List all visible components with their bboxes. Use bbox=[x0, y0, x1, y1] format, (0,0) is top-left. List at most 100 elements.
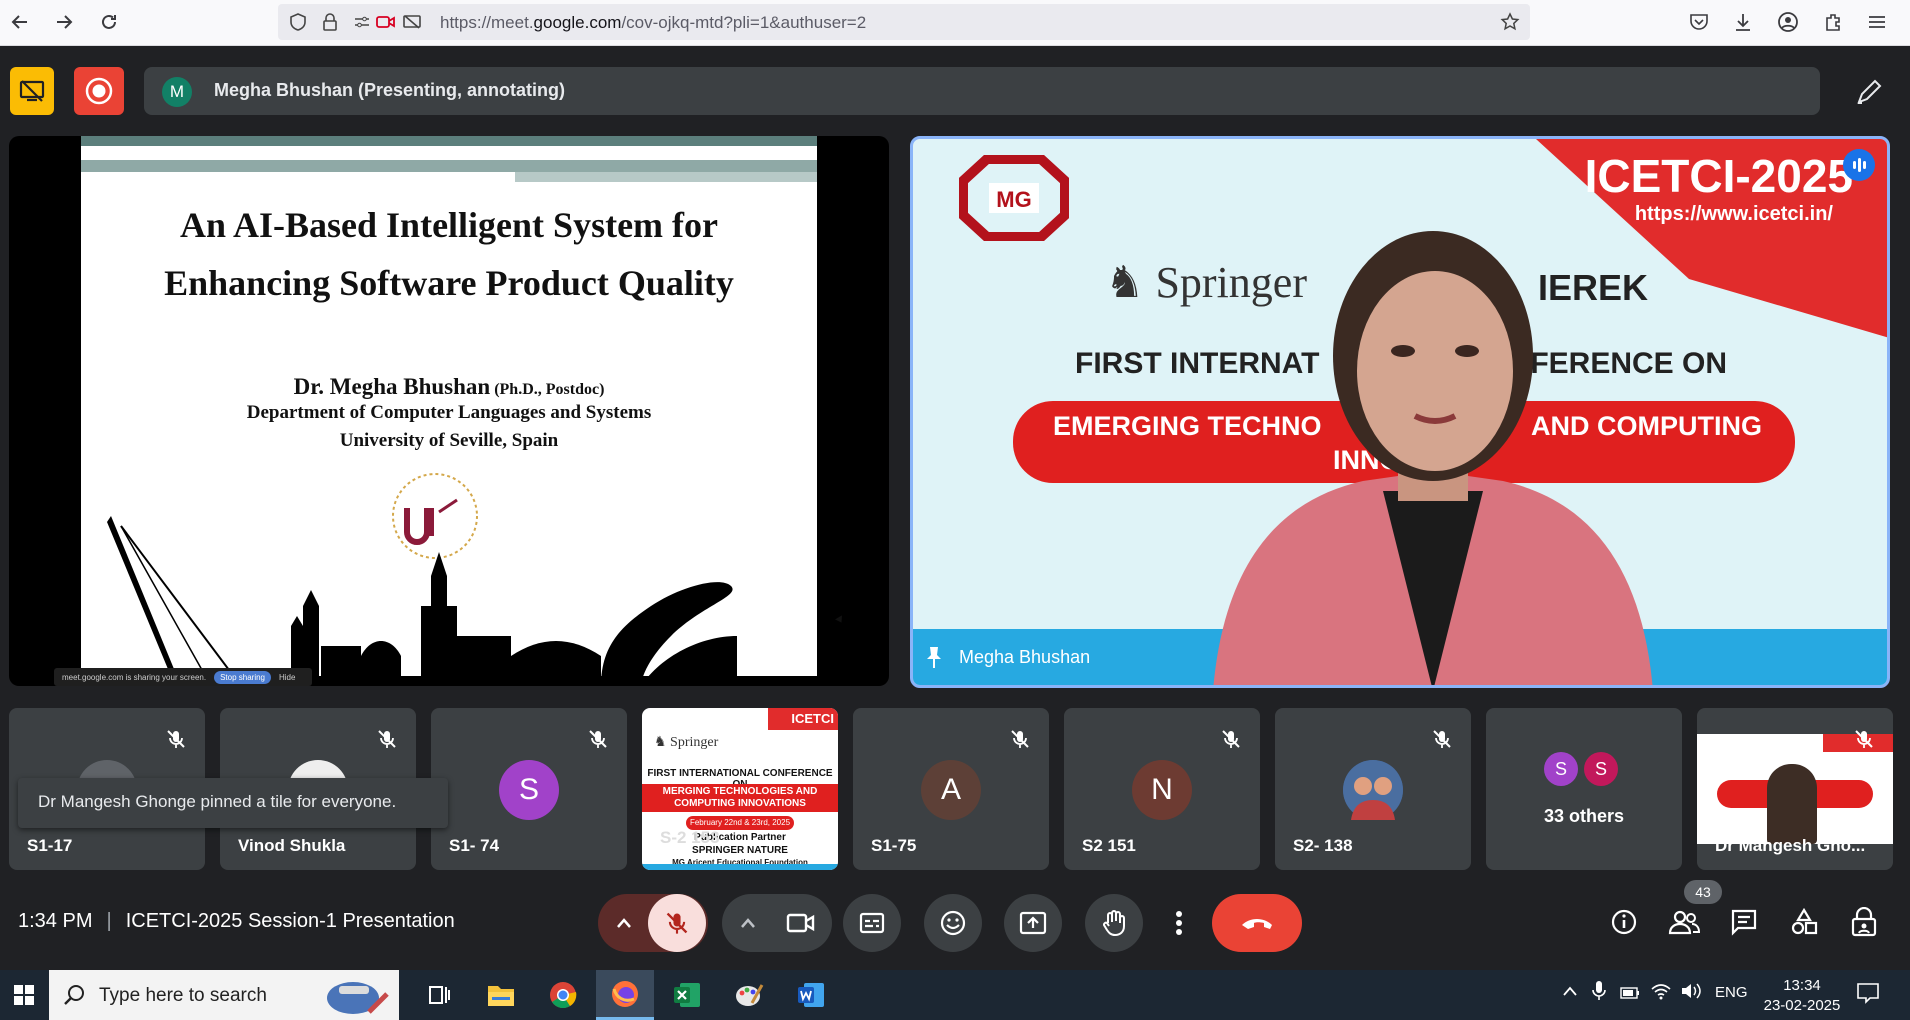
screen-share-notice: meet.google.com is sharing your screen. … bbox=[54, 668, 312, 686]
task-view-button[interactable] bbox=[410, 970, 468, 1020]
thumb-cyan-strip bbox=[642, 864, 838, 870]
leave-call-button[interactable] bbox=[1212, 894, 1302, 952]
participant-tile[interactable]: A S1-75 bbox=[853, 708, 1049, 870]
chrome-app[interactable] bbox=[534, 970, 592, 1020]
firefox-app[interactable] bbox=[596, 970, 654, 1020]
raise-hand-button[interactable] bbox=[1085, 894, 1143, 952]
others-count-label: 33 others bbox=[1543, 806, 1625, 826]
speaker-video-tile[interactable]: MG ♞ Springer IEREK ICETCI-2025 https://… bbox=[910, 136, 1890, 688]
participant-tile[interactable]: S2- 138 bbox=[1275, 708, 1471, 870]
url-text[interactable]: https://meet.google.com/cov-ojkq-mtd?pli… bbox=[440, 13, 866, 33]
more-options-button[interactable] bbox=[1162, 894, 1196, 952]
annotate-pen-button[interactable] bbox=[1852, 75, 1886, 109]
slide-author-name: Dr. Megha Bhushan bbox=[293, 374, 491, 399]
camera-sharing-icon[interactable] bbox=[376, 12, 396, 32]
mic-icon bbox=[1592, 981, 1606, 1000]
search-highlight-image bbox=[327, 982, 389, 1014]
wifi-icon[interactable] bbox=[1650, 982, 1672, 1004]
slide-title-line-1: An AI-Based Intelligent System for bbox=[180, 205, 718, 245]
people-icon bbox=[1668, 910, 1700, 935]
presentation-tile[interactable]: An AI-Based Intelligent System for Enhan… bbox=[9, 136, 889, 686]
participant-tile[interactable]: N S2 151 bbox=[1064, 708, 1260, 870]
chat-button[interactable] bbox=[1724, 902, 1764, 942]
participant-avatar: S bbox=[1584, 752, 1618, 786]
camera-toggle-button[interactable] bbox=[772, 894, 830, 952]
word-app[interactable] bbox=[782, 970, 840, 1020]
microphone-toggle-button[interactable] bbox=[648, 894, 706, 952]
others-tile[interactable]: S S 33 others bbox=[1486, 708, 1682, 870]
downloads-icon[interactable] bbox=[1730, 9, 1756, 35]
participant-avatar: N bbox=[1132, 760, 1192, 820]
lock-icon[interactable] bbox=[320, 12, 340, 32]
host-controls-button[interactable] bbox=[1844, 902, 1884, 942]
meeting-details-button[interactable] bbox=[1604, 902, 1644, 942]
presentation-off-icon bbox=[19, 80, 45, 102]
participant-tile[interactable]: ICETCI ♞ Springer FIRST INTERNATIONAL CO… bbox=[642, 708, 838, 870]
bookmark-star-icon[interactable] bbox=[1500, 12, 1520, 32]
account-icon[interactable] bbox=[1775, 9, 1801, 35]
excel-app[interactable] bbox=[658, 970, 716, 1020]
input-language[interactable]: ENG bbox=[1715, 984, 1748, 1001]
volume-icon[interactable] bbox=[1680, 982, 1702, 1004]
slide-author-degree: (Ph.D., Postdoc) bbox=[494, 381, 605, 398]
participant-tile[interactable]: Dr Mangesh Gho... bbox=[1697, 708, 1893, 870]
chevron-up-icon bbox=[1563, 986, 1577, 996]
shield-icon[interactable] bbox=[288, 12, 308, 32]
forward-icon[interactable] bbox=[48, 6, 80, 38]
back-icon[interactable] bbox=[4, 6, 36, 38]
hide-button[interactable]: Hide bbox=[279, 673, 295, 682]
presenter-banner: M Megha Bhushan (Presenting, annotating) bbox=[144, 67, 1820, 115]
slide-top-band bbox=[81, 136, 817, 146]
screen-share-icon[interactable] bbox=[402, 12, 422, 32]
seville-skyline-image bbox=[81, 516, 817, 686]
url-bar[interactable]: https://meet.google.com/cov-ojkq-mtd?pli… bbox=[278, 4, 1530, 40]
activities-shapes-icon bbox=[1791, 908, 1818, 935]
participant-name: S-2 153 bbox=[660, 828, 720, 847]
raise-hand-icon bbox=[1103, 910, 1125, 937]
taskbar-search-placeholder: Type here to search bbox=[99, 985, 267, 1006]
reload-icon[interactable] bbox=[93, 6, 125, 38]
stop-sharing-button[interactable]: Stop sharing bbox=[214, 670, 271, 684]
speaker-video-person bbox=[1213, 231, 1653, 685]
stop-presenting-button[interactable] bbox=[10, 67, 54, 115]
avatar-image bbox=[1343, 760, 1403, 820]
paint-palette-icon bbox=[736, 984, 764, 1006]
battery-icon[interactable] bbox=[1620, 986, 1640, 1003]
reactions-button[interactable] bbox=[924, 894, 982, 952]
search-icon bbox=[64, 985, 84, 1005]
speaker-shape bbox=[1682, 983, 1701, 999]
pin-icon[interactable] bbox=[923, 645, 945, 669]
file-explorer-app[interactable] bbox=[472, 970, 530, 1020]
taskbar-search-box[interactable]: Type here to search bbox=[49, 970, 399, 1020]
paint-app[interactable] bbox=[720, 970, 778, 1020]
captions-button[interactable] bbox=[843, 894, 901, 952]
notifications-button[interactable] bbox=[1856, 982, 1880, 1008]
show-hidden-icons-button[interactable] bbox=[1562, 984, 1578, 1001]
slide-title: An AI-Based Intelligent System for Enhan… bbox=[81, 196, 817, 312]
video-options-button[interactable] bbox=[724, 894, 772, 952]
microphone-in-use-icon[interactable] bbox=[1592, 980, 1606, 1006]
menu-icon[interactable] bbox=[1864, 9, 1890, 35]
start-button[interactable] bbox=[0, 970, 48, 1020]
permissions-icon[interactable] bbox=[352, 12, 372, 32]
battery-shape bbox=[1620, 987, 1639, 999]
task-view-icon bbox=[429, 986, 450, 1004]
wifi-shape bbox=[1651, 984, 1671, 1000]
pocket-icon[interactable] bbox=[1686, 9, 1712, 35]
mg-logo: MG bbox=[959, 155, 1069, 241]
others-avatars: S S bbox=[1544, 752, 1618, 786]
action-center-icon bbox=[1857, 983, 1879, 1004]
participant-tile[interactable]: S S1- 74 bbox=[431, 708, 627, 870]
present-screen-button[interactable] bbox=[1004, 894, 1062, 952]
meeting-title: ICETCI-2025 Session-1 Presentation bbox=[125, 910, 455, 932]
taskbar-clock[interactable]: 13:34 23-02-2025 bbox=[1754, 976, 1850, 1016]
extensions-icon[interactable] bbox=[1820, 9, 1846, 35]
mic-off-icon bbox=[167, 730, 185, 748]
springer-horse-icon: ♞ bbox=[1105, 258, 1156, 307]
chevron-up-icon bbox=[617, 918, 631, 928]
participant-name: S2- 138 bbox=[1293, 836, 1353, 855]
activities-button[interactable] bbox=[1784, 902, 1824, 942]
recording-indicator-button[interactable] bbox=[74, 67, 124, 115]
audio-options-button[interactable] bbox=[600, 894, 648, 952]
people-button[interactable] bbox=[1664, 902, 1704, 942]
